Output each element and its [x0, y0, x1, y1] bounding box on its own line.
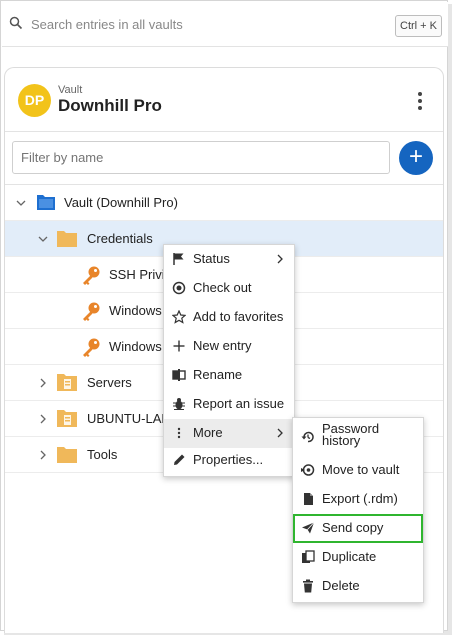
- plus-icon: [173, 340, 185, 352]
- tree-label: Windows: [109, 339, 162, 354]
- folder-icon: [57, 447, 77, 463]
- divider: [5, 131, 443, 132]
- chevron-right-icon: [277, 428, 283, 438]
- chevron-right-icon[interactable]: [37, 413, 49, 425]
- folder-icon: [57, 231, 77, 247]
- search-shortcut-badge: Ctrl + K: [395, 15, 442, 37]
- menu-item-duplicate[interactable]: Duplicate: [293, 543, 423, 572]
- context-menu: Status Check out Add to favorites New en…: [163, 244, 295, 477]
- tree-label: UBUNTU-LAM: [87, 411, 173, 426]
- server-folder-icon: [57, 374, 77, 391]
- check-out-icon: [172, 281, 186, 295]
- global-search-bar[interactable]: Search entries in all vaults Ctrl + K: [2, 2, 448, 47]
- vault-type-label: Vault: [58, 84, 83, 96]
- more-vertical-icon: [177, 427, 181, 439]
- menu-item-check-out[interactable]: Check out: [164, 274, 294, 303]
- key-icon: [83, 266, 100, 285]
- tree-label: Vault (Downhill Pro): [64, 195, 178, 210]
- chevron-right-icon: [277, 254, 283, 264]
- menu-item-status[interactable]: Status: [164, 245, 294, 274]
- key-icon: [83, 338, 100, 357]
- vault-more-options-icon[interactable]: [415, 92, 425, 112]
- chevron-down-icon[interactable]: [15, 197, 27, 209]
- menu-item-new-entry[interactable]: New entry: [164, 332, 294, 361]
- menu-item-move-to-vault[interactable]: Move to vault: [293, 456, 423, 485]
- menu-item-send-copy[interactable]: Send copy: [293, 514, 423, 543]
- chevron-down-icon[interactable]: [37, 233, 49, 245]
- paper-plane-icon: [302, 522, 315, 534]
- history-icon: [301, 431, 314, 443]
- add-entry-button[interactable]: +: [399, 141, 433, 175]
- vault-avatar: DP: [18, 84, 51, 117]
- key-icon: [83, 302, 100, 321]
- menu-item-rename[interactable]: Rename: [164, 361, 294, 390]
- chevron-right-icon[interactable]: [37, 449, 49, 461]
- window-frame: Search entries in all vaults Ctrl + K DP…: [0, 0, 448, 633]
- menu-item-delete[interactable]: Delete: [293, 572, 423, 601]
- tree-row-vault[interactable]: Vault (Downhill Pro): [5, 185, 443, 221]
- server-folder-icon: [57, 410, 77, 427]
- menu-item-export[interactable]: Export (.rdm): [293, 485, 423, 514]
- tree-label: Tools: [87, 447, 118, 462]
- filter-input[interactable]: [12, 141, 390, 174]
- menu-item-password-history[interactable]: Password history: [293, 418, 423, 453]
- flag-icon: [173, 253, 184, 265]
- vault-folder-icon: [37, 195, 55, 210]
- move-to-vault-icon: [301, 464, 315, 476]
- duplicate-icon: [302, 550, 315, 563]
- star-icon: [172, 310, 186, 324]
- menu-item-report-an-issue[interactable]: Report an issue: [164, 390, 294, 419]
- bug-icon: [173, 398, 185, 410]
- menu-item-properties[interactable]: Properties...: [164, 446, 294, 475]
- tree-label: Windows: [109, 303, 162, 318]
- tree-label: Servers: [87, 375, 132, 390]
- pencil-icon: [174, 454, 185, 465]
- menu-item-add-to-favorites[interactable]: Add to favorites: [164, 303, 294, 332]
- search-placeholder[interactable]: Search entries in all vaults: [31, 17, 183, 32]
- chevron-right-icon[interactable]: [37, 377, 49, 389]
- search-icon: [9, 16, 23, 30]
- menu-item-more[interactable]: More: [164, 419, 294, 448]
- rename-icon: [172, 369, 186, 381]
- trash-icon: [303, 579, 313, 593]
- tree-label: Credentials: [87, 231, 153, 246]
- more-submenu: Password history Move to vault Export (.…: [292, 417, 424, 603]
- export-file-icon: [304, 493, 313, 505]
- vault-name[interactable]: Downhill Pro: [58, 96, 162, 116]
